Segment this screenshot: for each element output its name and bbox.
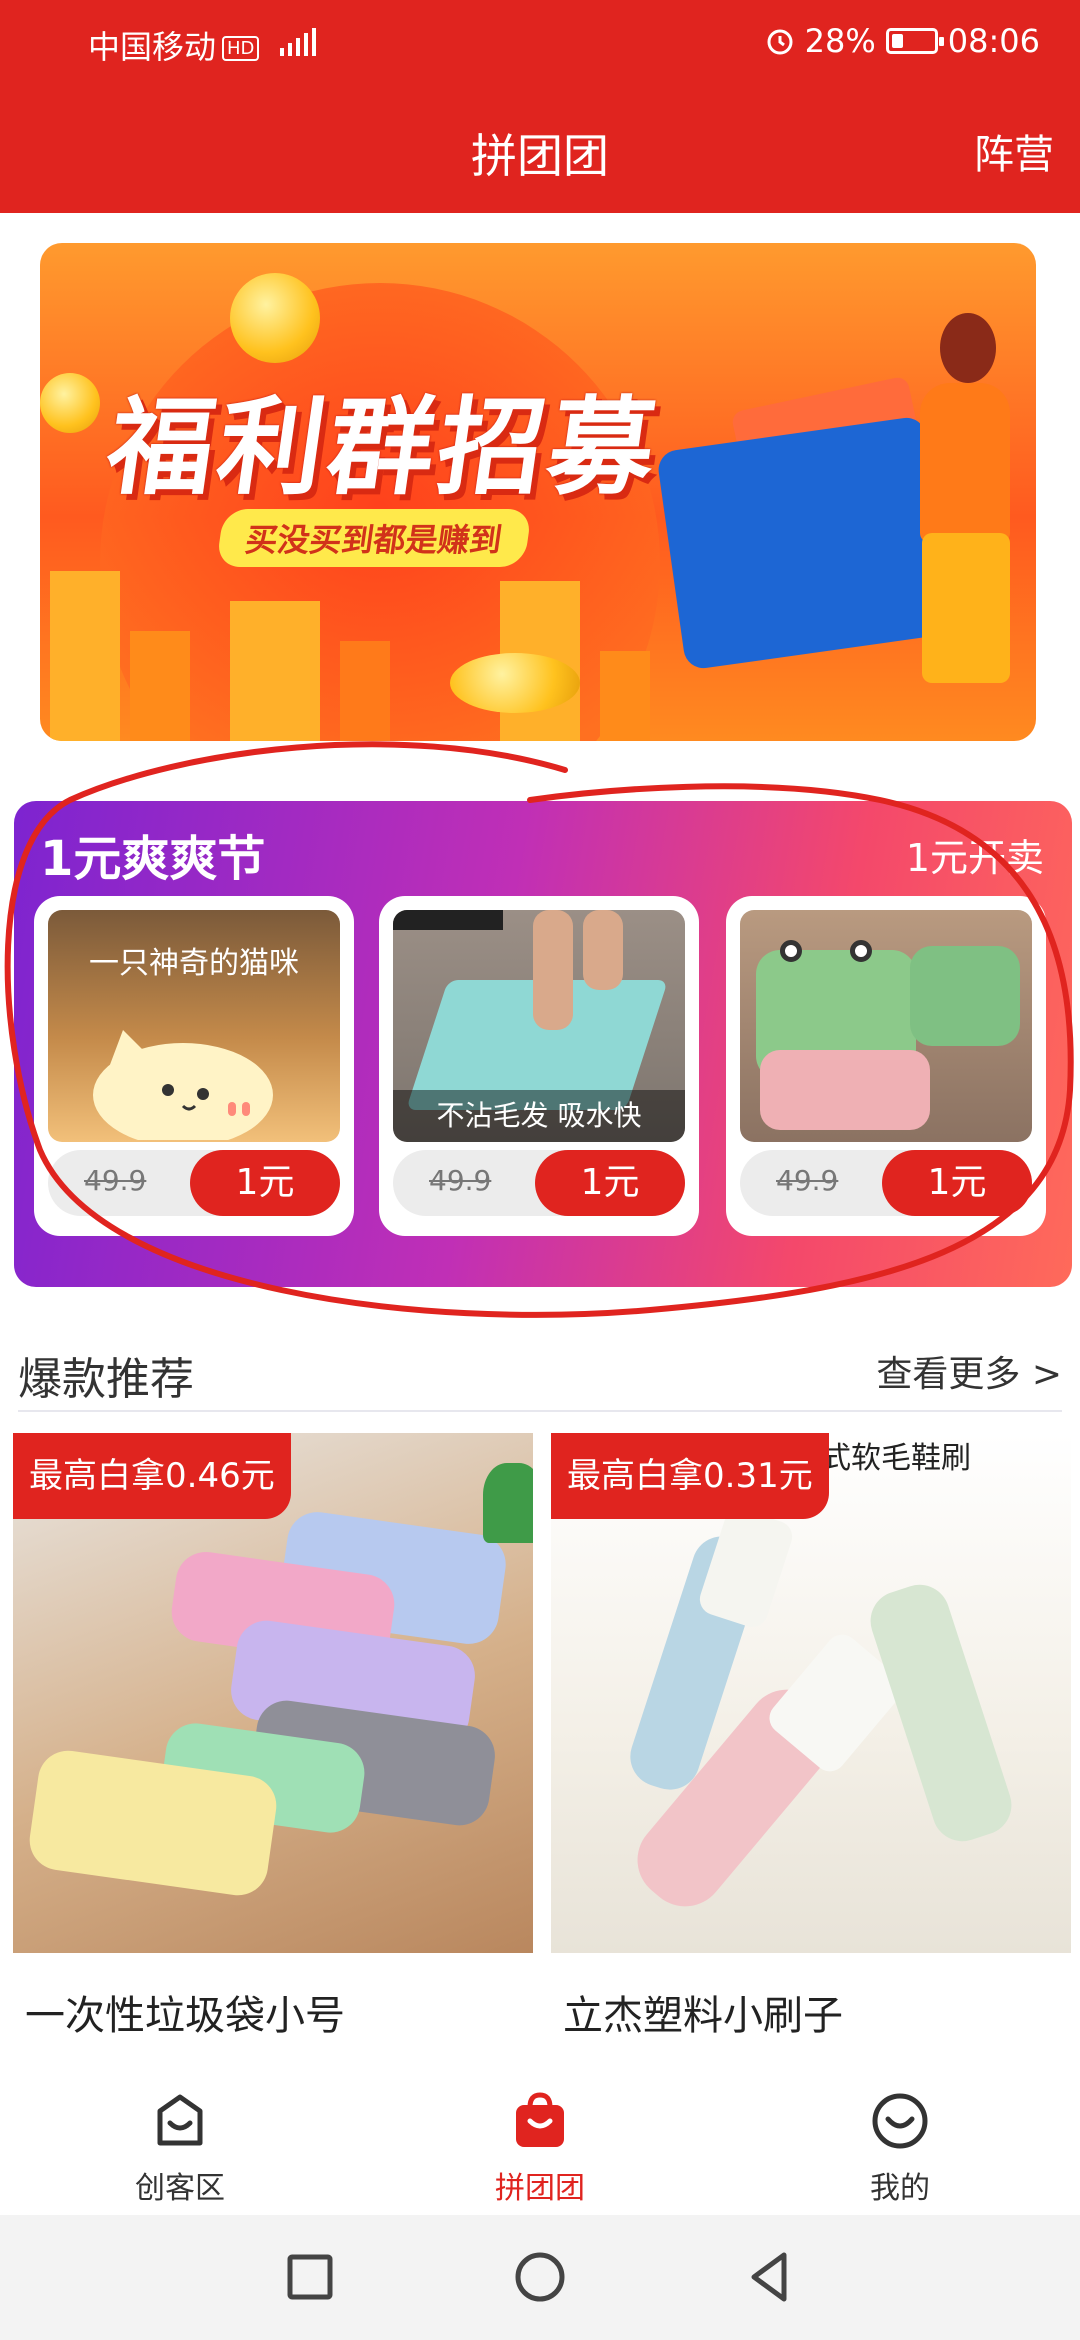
woman-illustration bbox=[910, 313, 1020, 693]
banner-building bbox=[50, 571, 120, 741]
bag-smile-filled-icon bbox=[516, 2092, 564, 2147]
buy-one-yuan-button[interactable]: 1元 bbox=[882, 1150, 1032, 1216]
promo-item-card[interactable]: 49.9 1元 bbox=[726, 896, 1046, 1236]
banner-building bbox=[130, 631, 190, 741]
foot-shape bbox=[533, 910, 573, 1030]
coin-icon bbox=[230, 273, 320, 363]
section-divider bbox=[18, 1410, 1062, 1412]
buy-one-yuan-button[interactable]: 1元 bbox=[535, 1150, 685, 1216]
camp-link[interactable]: 阵营 bbox=[974, 122, 1054, 180]
one-yuan-festival-section: 1元爽爽节 1元开卖 一只神奇的猫咪 49.9 1元 不沾毛发 吸水快 49.9… bbox=[14, 801, 1072, 1287]
frog-eye bbox=[850, 940, 872, 962]
clock: 08:06 bbox=[947, 22, 1040, 60]
frog-eye bbox=[780, 940, 802, 962]
bag-smile-icon bbox=[157, 2094, 203, 2146]
hd-badge: HD bbox=[222, 36, 260, 61]
image-corner-tag bbox=[393, 910, 503, 930]
plant-shape bbox=[483, 1463, 533, 1543]
hot-picks-title: 爆款推荐 bbox=[18, 1354, 194, 1405]
product-card[interactable]: 式软毛鞋刷 最高白拿0.31元 立杰塑料小刷子 bbox=[551, 1433, 1071, 2073]
coin-icon bbox=[40, 373, 100, 433]
alarm-icon bbox=[767, 29, 793, 55]
tab-label: 拼团团 bbox=[495, 2171, 585, 2206]
original-price: 49.9 bbox=[776, 1164, 839, 1197]
status-right: 28% 08:06 bbox=[765, 22, 1040, 60]
bottom-tab-bar: 创客区 拼团团 我的 bbox=[0, 2075, 1080, 2215]
signal-icon bbox=[279, 28, 316, 56]
banner-title: 福利群招募 bbox=[100, 386, 668, 509]
tab-creator-zone[interactable]: 创客区 bbox=[80, 2089, 280, 2207]
image-brush-label: 式软毛鞋刷 bbox=[821, 1441, 971, 1476]
system-nav-bar bbox=[0, 2215, 1080, 2340]
promo-item-card[interactable]: 一只神奇的猫咪 49.9 1元 bbox=[34, 896, 354, 1236]
free-price-tag: 最高白拿0.46元 bbox=[13, 1433, 291, 1519]
promo-right-text[interactable]: 1元开卖 bbox=[906, 827, 1044, 882]
battery-percent: 28% bbox=[804, 22, 876, 60]
banner-building bbox=[600, 651, 650, 741]
smile-circle-icon bbox=[872, 2093, 928, 2149]
tab-label: 创客区 bbox=[135, 2171, 225, 2206]
frog-pillow-image bbox=[740, 910, 1032, 1142]
tab-group-buy[interactable]: 拼团团 bbox=[440, 2089, 640, 2207]
promo-item-caption: 不沾毛发 吸水快 bbox=[393, 1090, 685, 1142]
foot-shape bbox=[583, 910, 623, 990]
home-icon[interactable] bbox=[510, 2247, 570, 2307]
frog-pillow-shape bbox=[910, 946, 1020, 1046]
status-bar: 中国移动 HD 28% 08:06 bbox=[0, 0, 1080, 80]
recent-apps-icon[interactable] bbox=[280, 2247, 340, 2307]
cat-lamp-image: 一只神奇的猫咪 bbox=[48, 910, 340, 1142]
coin-stack-icon bbox=[450, 653, 580, 713]
free-price-tag: 最高白拿0.31元 bbox=[551, 1433, 829, 1519]
original-price: 49.9 bbox=[429, 1164, 492, 1197]
view-more-link[interactable]: 查看更多 > bbox=[876, 1345, 1062, 1397]
promo-item-caption: 一只神奇的猫咪 bbox=[89, 946, 299, 981]
battery-icon bbox=[885, 28, 944, 54]
bath-mat-image: 不沾毛发 吸水快 bbox=[393, 910, 685, 1142]
promo-item-card[interactable]: 不沾毛发 吸水快 49.9 1元 bbox=[379, 896, 699, 1236]
cat-lamp-illustration bbox=[93, 1030, 273, 1140]
back-icon[interactable] bbox=[740, 2247, 800, 2307]
product-card[interactable]: 最高白拿0.46元 一次性垃圾袋小号 bbox=[13, 1433, 533, 2073]
blanket-shape bbox=[760, 1050, 930, 1130]
banner-subtitle: 买没买到都是赚到 bbox=[215, 509, 533, 567]
promo-title: 1元爽爽节 bbox=[40, 831, 266, 887]
promo-price-bar: 49.9 1元 bbox=[740, 1150, 1032, 1216]
buy-one-yuan-button[interactable]: 1元 bbox=[190, 1150, 340, 1216]
product-name: 一次性垃圾袋小号 bbox=[25, 1993, 345, 2039]
page-title: 拼团团 bbox=[471, 129, 609, 183]
brush-bristles-shape bbox=[695, 1504, 797, 1632]
original-price: 49.9 bbox=[84, 1164, 147, 1197]
promo-price-bar: 49.9 1元 bbox=[48, 1150, 340, 1216]
product-name: 立杰塑料小刷子 bbox=[563, 1993, 843, 2039]
tab-label: 我的 bbox=[870, 2171, 930, 2206]
tab-mine[interactable]: 我的 bbox=[800, 2089, 1000, 2207]
banner-building bbox=[340, 641, 390, 741]
welfare-group-banner[interactable]: 福利群招募 买没买到都是赚到 bbox=[40, 243, 1036, 741]
carrier-label: 中国移动 HD bbox=[88, 22, 320, 68]
banner-building bbox=[230, 601, 320, 741]
top-bar: 中国移动 HD 28% 08:06 拼团团 阵营 bbox=[0, 0, 1080, 213]
promo-price-bar: 49.9 1元 bbox=[393, 1150, 685, 1216]
carrier-name: 中国移动 bbox=[88, 28, 217, 66]
